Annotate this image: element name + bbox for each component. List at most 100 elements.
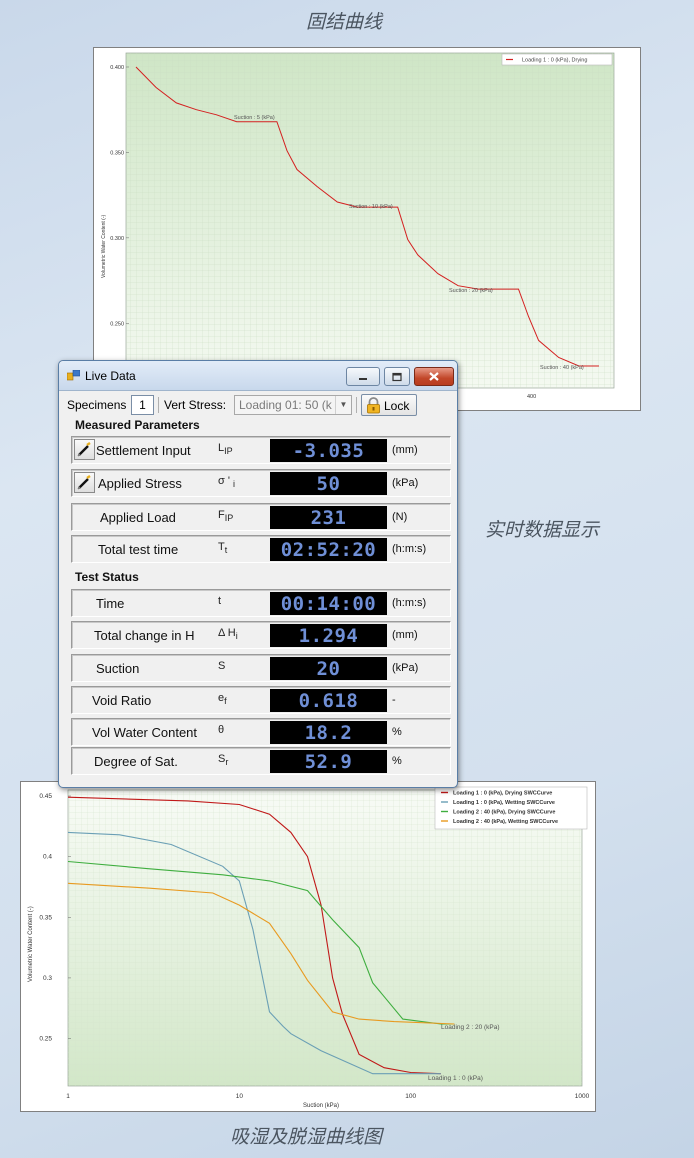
symbol-subscript: i: [233, 479, 236, 490]
y-tick-label: 0.45: [39, 793, 52, 800]
vert-stress-select[interactable]: Loading 01: 50 (k ▼: [234, 395, 352, 415]
close-icon: [415, 368, 453, 385]
symbol-subscript: IP: [224, 446, 233, 457]
param-symbol: σ ' i: [218, 475, 235, 489]
param-symbol: ef: [218, 692, 227, 706]
vert-stress-label: Vert Stress:: [164, 398, 227, 412]
param-row: Void Ratio ef 0.618-: [71, 686, 451, 714]
y-tick-label: 0.350: [110, 150, 124, 156]
lock-button[interactable]: Lock: [361, 394, 417, 416]
value-display: 231: [270, 506, 387, 529]
param-row: Total change in H Δ Hi 1.294 (mm): [71, 621, 451, 649]
value-display: 50: [270, 472, 387, 495]
param-unit: (kPa): [392, 477, 419, 489]
curve-annotation: Loading 2 : 20 (kPa): [441, 1024, 500, 1031]
restore-button[interactable]: [384, 367, 410, 386]
caption-live-data: 实时数据显示: [485, 519, 600, 541]
param-symbol: Δ Hi: [218, 627, 238, 641]
param-name: Total change in H: [94, 628, 195, 643]
param-row: Vol Water Content θ 18.2%: [71, 718, 451, 746]
param-unit: (mm): [392, 444, 418, 456]
curve-annotation: Suction : 10 (kPa): [349, 204, 393, 210]
specimens-input[interactable]: 1: [131, 395, 154, 415]
curve-annotation: Suction : 20 (kPa): [449, 288, 493, 294]
param-unit: %: [392, 726, 402, 738]
pencil-icon: [77, 475, 91, 490]
legend-entry: Loading 1 : 0 (kPa), Drying: [522, 58, 587, 64]
param-name: Void Ratio: [92, 693, 152, 708]
param-symbol: θ: [218, 724, 224, 738]
param-row: Settlement Input LIP -3.035 (mm): [71, 436, 451, 464]
pencil-button[interactable]: [74, 472, 95, 493]
param-unit: %: [392, 755, 402, 767]
minimize-button[interactable]: [346, 367, 380, 386]
y-tick-label: 0.300: [110, 236, 124, 242]
chevron-down-icon[interactable]: ▼: [335, 396, 351, 414]
app-icon: [67, 370, 80, 381]
title-bar[interactable]: Live Data: [59, 361, 457, 391]
close-button[interactable]: [414, 367, 454, 386]
consolidation-chart-svg: 0.400 0.350 0.300 0.250 400 Volumetric Wate…: [101, 52, 615, 400]
symbol-subscript: IP: [224, 513, 234, 524]
curve-annotation: Loading 1 : 0 (kPa): [428, 1075, 483, 1082]
param-name: Vol Water Content: [92, 725, 198, 740]
x-tick-label: 1000: [575, 1093, 590, 1100]
param-row: Suction S 20 (kPa): [71, 654, 451, 682]
param-row: Applied Load FIP 231 (N): [71, 503, 451, 531]
symbol-subscript: f: [224, 696, 227, 707]
caption-consolidation: 固结曲线: [306, 11, 383, 33]
value-display: 02:52:20: [270, 538, 387, 561]
vert-stress-value: Loading 01: 50 (k: [239, 398, 332, 412]
symbol-subscript: i: [235, 631, 238, 642]
pencil-icon: [77, 442, 91, 457]
param-name: Degree of Sat.: [94, 754, 178, 769]
consolidation-chart: 0.400 0.350 0.300 0.250 400 Volumetric Wate…: [93, 47, 641, 411]
lock-label: Lock: [384, 399, 410, 413]
value-display: 0.618: [270, 689, 387, 712]
symbol-main: σ ': [218, 475, 234, 487]
y-tick-label: 0.4: [43, 854, 52, 861]
param-name: Suction: [96, 661, 140, 676]
param-unit: (N): [392, 511, 408, 523]
symbol-main: T: [218, 541, 225, 553]
caption-swcc: 吸湿及脱湿曲线图: [230, 1126, 383, 1148]
specimens-label: Specimens: [67, 398, 127, 412]
curve-annotation: Suction : 5 (kPa): [234, 115, 275, 121]
live-data-window: Live Data Specimens 1 Vert Stress: Loadi…: [58, 360, 458, 788]
test-status-title: Test Status: [75, 570, 139, 584]
param-name: Total test time: [98, 542, 179, 557]
param-unit: (kPa): [392, 662, 419, 674]
symbol-main: t: [218, 595, 222, 607]
legend-entry: Loading 1 : 0 (kPa), Wetting SWCCurve: [453, 800, 555, 806]
symbol-main: θ: [218, 724, 225, 736]
value-display: 00:14:00: [270, 592, 387, 615]
minimize-icon: [347, 368, 379, 385]
y-tick-label: 0.250: [110, 321, 124, 327]
pencil-button[interactable]: [74, 439, 95, 460]
param-unit: (h:m:s): [392, 597, 427, 609]
param-row: Applied Stress σ ' i 50 (kPa): [71, 469, 451, 497]
param-name: Settlement Input: [96, 443, 191, 458]
window-title: Live Data: [85, 369, 136, 383]
legend-entry: Loading 1 : 0 (kPa), Drying SWCCurve: [453, 791, 552, 797]
param-name: Applied Stress: [98, 476, 182, 491]
y-axis-label: Volumetric Water Content (-): [28, 906, 34, 982]
param-unit: -: [392, 694, 396, 706]
toolbar-separator: [356, 397, 357, 413]
x-tick-label: 100: [405, 1093, 416, 1100]
param-unit: (mm): [392, 629, 418, 641]
curve-annotation: Suction : 40 (kPa): [540, 365, 584, 371]
param-unit: (h:m:s): [392, 543, 427, 555]
y-axis-label: Volumetric Water Content (-): [101, 214, 107, 278]
measured-parameters-title: Measured Parameters: [75, 418, 200, 432]
x-tick-label: 400: [527, 394, 536, 400]
symbol-subscript: t: [224, 545, 228, 556]
x-tick-label: 10: [236, 1093, 244, 1100]
symbol-subscript: r: [225, 757, 229, 768]
swcc-chart-svg: 0.45 0.4 0.35 0.3 0.25 1 10 100 1000 Suction (k…: [28, 786, 590, 1109]
value-display: 18.2: [270, 721, 387, 744]
y-tick-label: 0.400: [110, 65, 124, 71]
x-axis-label: Suction (kPa): [303, 1103, 339, 1109]
param-symbol: t: [218, 595, 221, 609]
param-row: Total test time Tt 02:52:20 (h:m:s): [71, 535, 451, 563]
